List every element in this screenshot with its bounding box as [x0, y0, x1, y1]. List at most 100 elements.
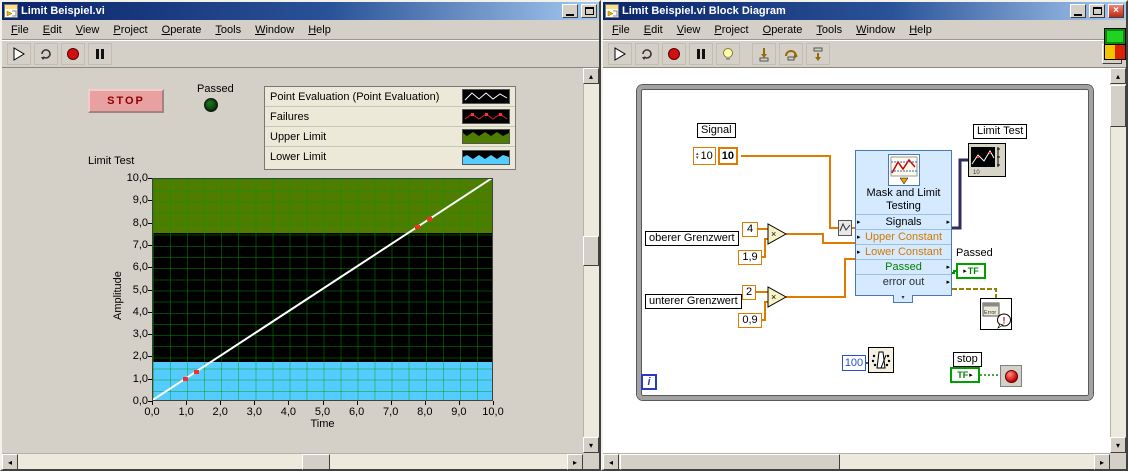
scroll-left-button[interactable]: ◂: [2, 454, 18, 470]
x-tick-mark: [152, 401, 153, 405]
minimize-button[interactable]: [562, 4, 578, 18]
horizontal-scrollbar[interactable]: ◂ ▸: [2, 453, 583, 470]
upper-limit-label[interactable]: oberer Grenzwert: [645, 231, 739, 246]
stop-boolean-control[interactable]: TF ▸: [950, 367, 980, 383]
passed-led-indicator[interactable]: [204, 98, 218, 112]
scroll-up-button[interactable]: ▴: [1110, 68, 1126, 84]
lower-limit-label[interactable]: unterer Grenzwert: [645, 294, 742, 309]
minimize-button[interactable]: [1070, 4, 1086, 18]
maximize-button[interactable]: [1089, 4, 1105, 18]
waveform-failures-icon[interactable]: [462, 109, 510, 124]
scroll-up-button[interactable]: ▴: [583, 68, 599, 84]
front-panel-titlebar[interactable]: Limit Beispiel.vi: [2, 2, 599, 20]
express-vi-expand-handle[interactable]: ▾: [893, 295, 913, 303]
band-upper-icon[interactable]: [462, 129, 510, 144]
express-row-passed[interactable]: Passed ▸: [856, 259, 951, 274]
limit-test-chart-terminal[interactable]: 10: [968, 143, 1006, 177]
convert-to-dynamic-data-icon[interactable]: [838, 220, 852, 236]
express-row-upper-constant[interactable]: Upper Constant ▸: [856, 229, 951, 244]
legend-item-upper-limit[interactable]: Upper Limit: [265, 127, 515, 147]
scroll-right-button[interactable]: ▸: [567, 454, 583, 470]
scroll-thumb[interactable]: [1110, 85, 1126, 127]
palette-green-cell: [1105, 29, 1125, 45]
abort-button[interactable]: [61, 42, 85, 65]
menu-tools[interactable]: Tools: [809, 22, 849, 38]
upper-constant-2[interactable]: 1,9: [738, 250, 762, 265]
wait-until-next-ms-icon[interactable]: [868, 347, 894, 373]
run-continuous-button[interactable]: [635, 42, 659, 65]
legend-item-point-evaluation-point-evaluation-[interactable]: Point Evaluation (Point Evaluation): [265, 87, 515, 107]
menu-view[interactable]: View: [670, 22, 708, 38]
mask-and-limit-testing-express-vi[interactable]: Mask and Limit Testing Signals ▸ ▸ Upper Co…: [855, 150, 952, 296]
scroll-thumb[interactable]: [583, 236, 599, 266]
upper-constant-1[interactable]: 4: [742, 222, 758, 237]
run-continuous-button[interactable]: [34, 42, 58, 65]
menu-project[interactable]: Project: [707, 22, 755, 38]
menu-view[interactable]: View: [69, 22, 107, 38]
band-lower-icon[interactable]: [462, 149, 510, 165]
run-button[interactable]: [7, 42, 31, 65]
loop-condition-terminal[interactable]: [1000, 365, 1022, 387]
legend-item-lower-limit[interactable]: Lower Limit: [265, 147, 515, 167]
run-continuous-icon: [41, 48, 51, 60]
highlight-execution-button[interactable]: [716, 42, 740, 65]
wait-ms-constant[interactable]: 100: [842, 355, 866, 371]
abort-button[interactable]: [662, 42, 686, 65]
lower-constant-2[interactable]: 0,9: [738, 313, 762, 328]
menu-help[interactable]: Help: [902, 22, 939, 38]
limit-test-label[interactable]: Limit Test: [973, 124, 1028, 139]
pause-button[interactable]: [88, 42, 112, 65]
toolbar: [2, 40, 599, 68]
signal-label[interactable]: Signal: [697, 123, 736, 138]
signal-control-terminal[interactable]: ▴ ▾ 10 10: [693, 147, 739, 165]
scroll-down-button[interactable]: ▾: [1110, 437, 1126, 453]
scroll-right-button[interactable]: ▸: [1094, 454, 1110, 470]
step-into-button[interactable]: [752, 42, 776, 65]
menu-tools[interactable]: Tools: [208, 22, 248, 38]
step-over-button[interactable]: [779, 42, 803, 65]
scroll-down-button[interactable]: ▾: [583, 437, 599, 453]
lower-constant-1[interactable]: 2: [742, 285, 756, 300]
close-button[interactable]: ×: [1108, 4, 1124, 18]
step-out-button[interactable]: [806, 42, 830, 65]
stop-button[interactable]: STOP: [88, 89, 164, 113]
express-row-error-out[interactable]: error out ▸: [856, 274, 951, 289]
pause-button[interactable]: [689, 42, 713, 65]
signal-value-box[interactable]: ▴ ▾ 10: [693, 147, 716, 165]
signal-value-box-2[interactable]: 10: [717, 147, 739, 165]
loop-iteration-terminal[interactable]: i: [641, 374, 657, 390]
express-vi-title: Mask and Limit Testing: [866, 187, 941, 212]
vertical-scrollbar[interactable]: ▴ ▾: [1110, 68, 1126, 453]
menu-edit[interactable]: Edit: [637, 22, 670, 38]
waveform-black-icon[interactable]: [462, 89, 510, 104]
menu-edit[interactable]: Edit: [36, 22, 69, 38]
increment-decrement-icon[interactable]: ▴ ▾: [696, 152, 699, 161]
palette-icon[interactable]: [1104, 28, 1126, 60]
run-button[interactable]: [608, 42, 632, 65]
express-row-lower-constant[interactable]: Lower Constant ▸: [856, 244, 951, 259]
express-row-signals[interactable]: Signals ▸ ▸: [856, 214, 951, 229]
vertical-scrollbar[interactable]: ▴ ▾: [583, 68, 599, 453]
menu-file[interactable]: File: [4, 22, 36, 38]
scroll-left-button[interactable]: ◂: [603, 454, 619, 470]
legend-item-failures[interactable]: Failures: [265, 107, 515, 127]
passed-boolean-indicator[interactable]: ▸ TF: [956, 263, 986, 279]
menu-file[interactable]: File: [605, 22, 637, 38]
menu-window[interactable]: Window: [248, 22, 301, 38]
block-diagram-titlebar[interactable]: Limit Beispiel.vi Block Diagram ×: [603, 2, 1126, 20]
input-arrow-icon: ▸: [857, 249, 861, 256]
waveform-chart-plot[interactable]: [152, 178, 493, 401]
maximize-button[interactable]: [581, 4, 597, 18]
menu-project[interactable]: Project: [106, 22, 154, 38]
stop-label[interactable]: stop: [953, 352, 982, 367]
menu-help[interactable]: Help: [301, 22, 338, 38]
multiply-node[interactable]: ×: [767, 223, 787, 245]
horizontal-scrollbar[interactable]: ◂ ▸: [603, 453, 1110, 470]
scroll-thumb[interactable]: [620, 454, 840, 470]
multiply-node[interactable]: ×: [767, 286, 787, 308]
menu-operate[interactable]: Operate: [155, 22, 209, 38]
scroll-thumb[interactable]: [302, 454, 330, 470]
menu-window[interactable]: Window: [849, 22, 902, 38]
error-handler-icon[interactable]: Error !: [980, 298, 1012, 330]
menu-operate[interactable]: Operate: [756, 22, 810, 38]
